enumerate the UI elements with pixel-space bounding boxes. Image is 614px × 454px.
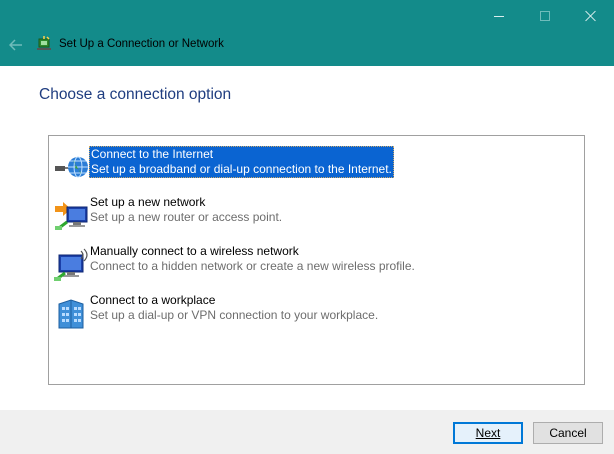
cancel-button-label: Cancel: [549, 426, 587, 440]
network-setup-icon: [37, 36, 51, 50]
option-description: Connect to a hidden network or create a …: [90, 259, 415, 273]
option-text: Manually connect to a wireless network C…: [90, 244, 415, 274]
next-button-label: Next: [475, 426, 501, 440]
globe-network-icon: [55, 156, 88, 178]
option-new-network[interactable]: Set up a new network Set up a new router…: [53, 195, 573, 235]
option-wireless-network[interactable]: Manually connect to a wireless network C…: [53, 244, 573, 284]
dialog-footer: Next Cancel: [0, 410, 614, 454]
option-text: Connect to the Internet Set up a broadba…: [89, 146, 394, 178]
maximize-button[interactable]: [522, 0, 568, 32]
back-button[interactable]: [6, 35, 26, 55]
option-text: Set up a new network Set up a new router…: [90, 195, 282, 225]
next-button[interactable]: Next: [453, 422, 523, 444]
close-button[interactable]: [568, 0, 614, 32]
option-workplace[interactable]: Connect to a workplace Set up a dial-up …: [53, 293, 573, 333]
workplace-building-icon: [58, 299, 84, 329]
new-network-icon: [55, 202, 88, 230]
maximize-icon: [540, 11, 550, 21]
connection-options-list[interactable]: Connect to the Internet Set up a broadba…: [48, 135, 585, 385]
option-description: Set up a new router or access point.: [90, 210, 283, 224]
minimize-button[interactable]: [476, 0, 522, 32]
back-arrow-icon: [9, 39, 22, 51]
close-icon: [585, 10, 597, 22]
option-title: Manually connect to a wireless network: [90, 244, 299, 258]
option-description: Set up a broadband or dial-up connection…: [91, 162, 392, 176]
option-title: Connect to the Internet: [91, 147, 214, 161]
option-text: Connect to a workplace Set up a dial-up …: [90, 293, 378, 323]
wireless-network-icon: [54, 248, 88, 281]
minimize-icon: [494, 15, 504, 17]
page-heading: Choose a connection option: [39, 86, 232, 103]
option-title: Connect to a workplace: [90, 293, 216, 307]
window-title: Set Up a Connection or Network: [59, 38, 224, 50]
option-title: Set up a new network: [90, 195, 206, 209]
option-connect-internet[interactable]: Connect to the Internet Set up a broadba…: [53, 146, 573, 186]
cancel-button[interactable]: Cancel: [533, 422, 603, 444]
title-bar: Set Up a Connection or Network: [0, 0, 614, 66]
option-description: Set up a dial-up or VPN connection to yo…: [90, 308, 379, 322]
